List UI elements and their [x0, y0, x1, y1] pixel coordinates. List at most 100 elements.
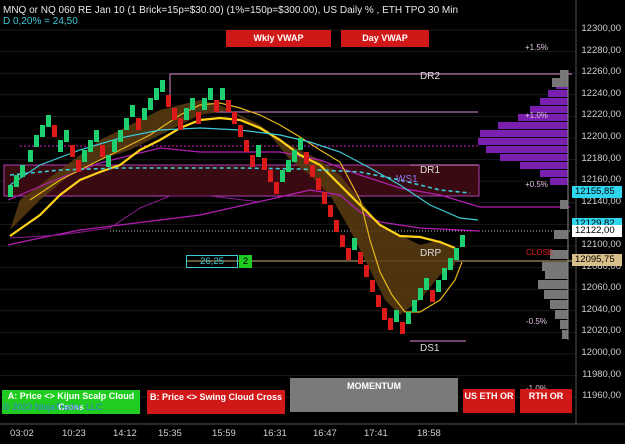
down-brick: [346, 248, 351, 260]
up-brick: [190, 98, 195, 110]
dr2-line: [169, 73, 572, 95]
up-brick: [8, 185, 13, 197]
tpo-row: [500, 154, 568, 161]
price-axis-label: 12240,00: [581, 87, 621, 99]
down-brick: [400, 322, 405, 334]
level-close: CLOSE: [526, 248, 554, 257]
counter-value: 26,25: [186, 255, 238, 268]
price-axis-label: 12200,00: [581, 131, 621, 142]
level-ws1: WS1: [396, 174, 418, 185]
price-axis-label: 12280,00: [581, 44, 621, 56]
time-axis-label: 18:58: [417, 428, 441, 439]
counter-count: 2: [239, 255, 252, 268]
up-brick: [220, 88, 225, 100]
down-brick: [388, 318, 393, 330]
down-brick: [100, 145, 105, 157]
price-axis-label: 12060,00: [581, 282, 621, 294]
down-brick: [322, 192, 327, 204]
up-brick: [352, 238, 357, 250]
down-brick: [274, 182, 279, 194]
tpo-gray-row: [545, 270, 568, 279]
pct-label-minus-0-5: -0.5%: [526, 317, 547, 326]
price-axis-label: 12040,00: [581, 303, 621, 315]
tpo-row: [540, 98, 568, 105]
down-brick: [364, 265, 369, 277]
up-brick: [208, 88, 213, 100]
tpo-gray-row: [562, 330, 568, 339]
up-brick: [256, 145, 261, 157]
pct-label-1-5: +1.5%: [525, 43, 548, 52]
up-brick: [424, 278, 429, 290]
rth-or-button[interactable]: RTH OR: [520, 389, 572, 413]
weekly-vwap-button[interactable]: Wkly VWAP: [226, 30, 331, 47]
level-drp: DRP: [420, 248, 442, 259]
swing-cross-button[interactable]: B: Price <> Swing Cloud Cross: [147, 390, 285, 414]
up-brick: [280, 170, 285, 182]
level-dr2: DR2: [420, 71, 441, 82]
up-brick: [94, 130, 99, 142]
down-brick: [304, 152, 309, 164]
down-brick: [76, 160, 81, 172]
time-axis-label: 15:35: [158, 428, 182, 439]
up-brick: [28, 150, 33, 162]
tpo-row: [478, 138, 568, 145]
us-eth-or-button[interactable]: US ETH OR: [463, 389, 515, 413]
up-brick: [64, 130, 69, 142]
tpo-row: [520, 162, 568, 169]
down-brick: [52, 125, 57, 137]
down-brick: [244, 140, 249, 152]
up-brick: [82, 150, 87, 162]
day-vwap-button[interactable]: Day VWAP: [341, 30, 429, 47]
up-brick: [40, 125, 45, 137]
down-brick: [136, 118, 141, 130]
down-brick: [70, 145, 75, 157]
up-brick: [106, 155, 111, 167]
pct-label-1-0: +1.0%: [525, 111, 548, 120]
tpo-row: [540, 170, 568, 177]
up-brick: [34, 135, 39, 147]
up-brick: [154, 88, 159, 100]
time-axis-label: 14:12: [113, 428, 137, 439]
up-brick: [436, 280, 441, 292]
down-brick: [226, 100, 231, 112]
momentum-button[interactable]: MOMENTUM: [290, 378, 458, 412]
up-brick: [130, 105, 135, 117]
up-brick: [58, 140, 63, 152]
up-brick: [298, 138, 303, 150]
down-brick: [334, 220, 339, 232]
price-axis-label: 12180,00: [581, 152, 621, 164]
up-brick: [148, 98, 153, 110]
up-brick: [112, 140, 117, 152]
price-axis-label: 12100,00: [581, 239, 621, 250]
copyright-watermark: © 2023 NinjaTrader, LLC: [3, 402, 103, 412]
time-axis-label: 10:23: [62, 428, 86, 439]
down-brick: [196, 112, 201, 124]
tpo-gray-row: [538, 280, 568, 289]
tpo-gray-row: [560, 320, 568, 329]
up-brick: [20, 165, 25, 177]
down-brick: [172, 108, 177, 120]
down-brick: [430, 290, 435, 302]
price-axis-label: 11980,00: [582, 368, 621, 380]
up-brick: [46, 115, 51, 127]
down-brick: [262, 158, 267, 170]
price-axis-label: 12160,00: [581, 174, 621, 186]
price-axis-label: 12300,00: [581, 23, 621, 34]
chart-subtitle: D 0,20% = 24,50: [3, 16, 78, 27]
time-axis-label: 03:02: [10, 428, 34, 439]
up-brick: [406, 312, 411, 324]
price-axis-label: 12020,00: [581, 325, 621, 337]
down-brick: [316, 178, 321, 190]
up-brick: [448, 258, 453, 270]
time-axis-label: 17:41: [364, 428, 388, 439]
up-brick: [292, 150, 297, 162]
time-axis-label: 15:59: [212, 428, 236, 439]
tpo-gray-row: [554, 230, 568, 239]
level-ds1: DS1: [420, 343, 440, 354]
price-axis-label: 12260,00: [581, 66, 621, 78]
tpo-gray-row: [560, 70, 568, 79]
up-brick: [160, 80, 165, 92]
time-axis-label: 16:47: [313, 428, 337, 439]
up-brick: [202, 98, 207, 110]
down-brick: [268, 170, 273, 182]
